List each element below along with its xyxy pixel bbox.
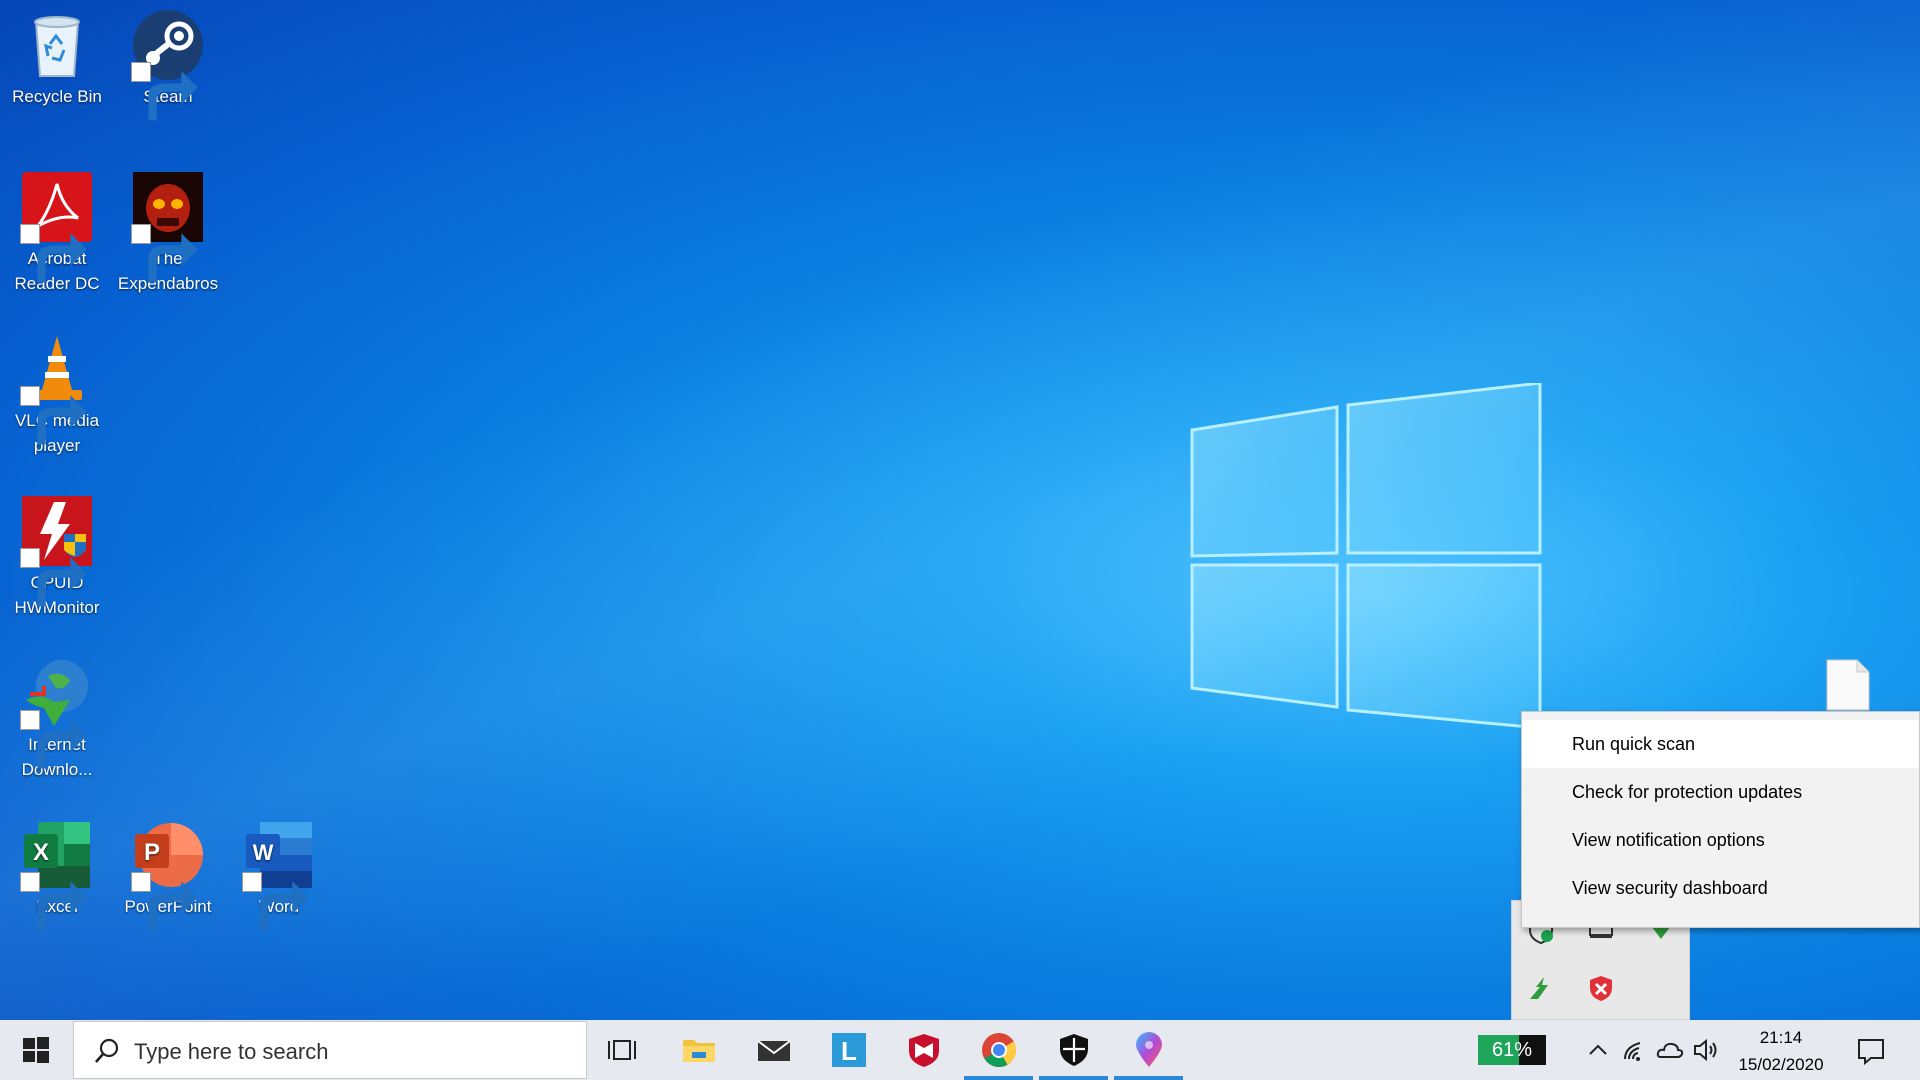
shortcut-arrow-icon [131, 62, 198, 121]
chevron-up-icon [1589, 1044, 1607, 1055]
desktop-icon-word[interactable]: W Word [224, 810, 334, 931]
file-explorer-icon [682, 1040, 715, 1062]
desktop-icon-steam[interactable]: Steam [113, 0, 223, 121]
shortcut-arrow-icon [20, 548, 87, 607]
clock-time: 21:14 [1759, 1028, 1803, 1047]
desktop-icon-powerpoint[interactable]: P PowerPoint [113, 810, 223, 931]
wifi-icon [1624, 1042, 1641, 1061]
desktop-icon-recycle-bin[interactable]: Recycle Bin [2, 0, 112, 109]
search-input[interactable] [132, 1034, 566, 1070]
menu-item-view-security-dashboard[interactable]: View security dashboard [1522, 864, 1919, 912]
chrome-icon [981, 1033, 1016, 1067]
windows-security-icon [1059, 1034, 1088, 1066]
l-app-icon: L [831, 1033, 866, 1067]
cloud-icon [1656, 1042, 1684, 1058]
desktop-icon-label: Recycle Bin [12, 87, 102, 106]
network-button[interactable] [1620, 1035, 1650, 1065]
desktop-file-icon[interactable] [1823, 658, 1873, 712]
desktop-icon-acrobat[interactable]: Acrobat Reader DC [2, 162, 112, 296]
shortcut-arrow-icon [131, 872, 198, 931]
windows-security-context-menu: Run quick scan Check for protection upda… [1521, 711, 1920, 928]
svg-text:W: W [253, 840, 274, 865]
onedrive-button[interactable] [1655, 1035, 1685, 1065]
taskbar: L 61% [0, 1020, 1920, 1080]
desktop-icon-hwmonitor[interactable]: CPUID HWMonitor [2, 486, 112, 620]
taskbar-clock[interactable]: 21:14 15/02/2020 [1720, 1024, 1842, 1078]
windows-logo-wallpaper [1190, 381, 1546, 730]
svg-text:L: L [841, 1036, 857, 1066]
desktop-icon-expendabros[interactable]: The Expendabros [113, 162, 223, 296]
menu-item-check-protection-updates[interactable]: Check for protection updates [1522, 768, 1919, 816]
action-center-button[interactable] [1853, 1032, 1889, 1068]
desktop-icon-internet-download-manager[interactable]: Internet Downlo... [2, 648, 112, 782]
notification-icon [1858, 1039, 1884, 1066]
taskbar-maps[interactable] [1111, 1020, 1186, 1080]
shortcut-arrow-icon [131, 224, 198, 283]
menu-item-view-notification-options[interactable]: View notification options [1522, 816, 1919, 864]
menu-item-run-quick-scan[interactable]: Run quick scan [1522, 720, 1919, 768]
taskbar-l-app[interactable]: L [811, 1020, 886, 1080]
desktop-icon-vlc[interactable]: VLC media player [2, 324, 112, 458]
task-view-icon [607, 1040, 636, 1060]
taskbar-windows-security[interactable] [1036, 1020, 1111, 1080]
clock-date: 15/02/2020 [1738, 1055, 1824, 1074]
recycle-bin-icon [34, 16, 80, 77]
mail-icon [756, 1040, 791, 1061]
taskbar-mail[interactable] [736, 1020, 811, 1080]
desktop-icon-excel[interactable]: X Excel [2, 810, 112, 931]
volume-button[interactable] [1691, 1035, 1721, 1065]
taskbar-chrome[interactable] [961, 1020, 1036, 1080]
battery-indicator[interactable]: 61% [1478, 1035, 1546, 1065]
mcafee-tray-icon[interactable] [1586, 973, 1616, 1003]
battery-percent-label: 61% [1491, 1039, 1533, 1061]
task-view-button[interactable] [586, 1020, 661, 1080]
shortcut-arrow-icon [20, 710, 87, 769]
shortcut-arrow-icon [20, 386, 87, 445]
shortcut-arrow-icon [20, 872, 87, 931]
search-icon [95, 1038, 119, 1063]
windows-start-icon [23, 1037, 49, 1063]
svg-text:P: P [144, 839, 160, 866]
speaker-icon [1694, 1038, 1717, 1062]
maps-pin-icon [1135, 1032, 1162, 1067]
mcafee-icon [908, 1034, 939, 1067]
shortcut-arrow-icon [242, 872, 309, 931]
taskbar-mcafee[interactable] [886, 1020, 961, 1080]
shortcut-arrow-icon [20, 224, 87, 283]
start-button[interactable] [0, 1020, 72, 1080]
taskbar-search-box[interactable] [73, 1021, 587, 1079]
svg-text:X: X [33, 839, 49, 866]
show-hidden-icons-button[interactable] [1583, 1035, 1613, 1065]
taskbar-file-explorer[interactable] [661, 1020, 736, 1080]
idm-tray-icon[interactable] [1526, 973, 1556, 1003]
